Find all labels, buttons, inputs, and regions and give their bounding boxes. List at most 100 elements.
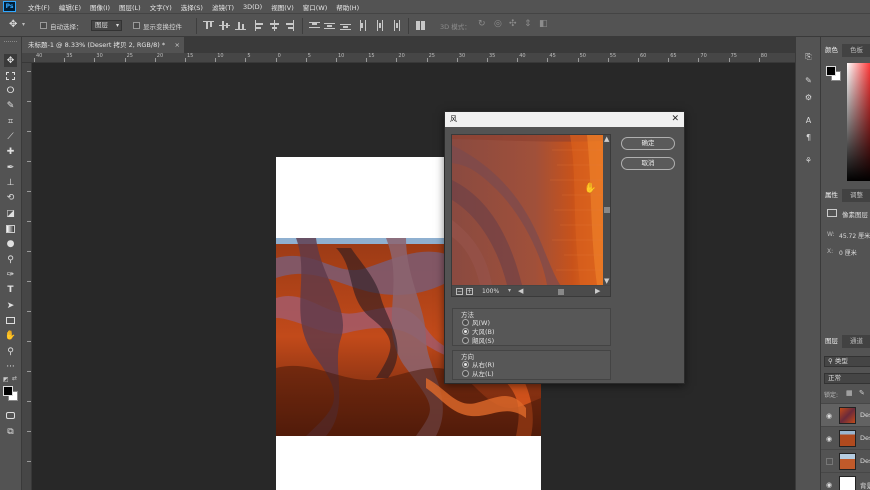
tab-color[interactable]: 颜色 <box>821 44 842 57</box>
crop-tool-icon[interactable]: ⌗ <box>4 115 17 128</box>
align-vcenter-icon[interactable] <box>219 20 230 31</box>
eraser-tool-icon[interactable]: ◪ <box>4 207 17 220</box>
close-icon[interactable]: ✕ <box>671 112 679 127</box>
default-colors-icon[interactable]: ◩ <box>3 376 9 383</box>
menu-image[interactable]: 图像(I) <box>90 2 110 12</box>
visibility-eye-icon[interactable]: ◉ <box>826 481 832 489</box>
distribute-hcenter-icon[interactable] <box>374 20 385 31</box>
zoom-chevron-icon[interactable]: ▾ <box>508 287 511 294</box>
tab-properties[interactable]: 属性 <box>821 189 842 202</box>
blur-tool-icon[interactable]: ● <box>4 237 17 250</box>
swap-colors-icon[interactable]: ⇄ <box>12 375 17 382</box>
scroll-thumb[interactable] <box>558 289 564 295</box>
layer-row[interactable]: ◉ Des <box>821 426 870 449</box>
layer-row[interactable]: ◉ Des <box>821 403 870 426</box>
type-tool-icon[interactable]: T <box>4 283 17 296</box>
menu-edit[interactable]: 编辑(E) <box>59 2 81 12</box>
distribute-top-icon[interactable] <box>309 20 320 31</box>
brush-tool-icon[interactable]: ✒ <box>4 161 17 174</box>
lock-transparency-icon[interactable]: ▦ <box>846 389 853 397</box>
hand-tool-icon[interactable]: ✋ <box>4 329 17 342</box>
align-top-icon[interactable] <box>203 20 214 31</box>
visibility-eye-icon[interactable]: ◉ <box>826 435 832 443</box>
history-panel-icon[interactable]: ⎘ <box>802 51 815 63</box>
scroll-right-icon[interactable]: ▶ <box>595 287 600 295</box>
foreground-color-swatch[interactable] <box>826 66 836 76</box>
menu-window[interactable]: 窗口(W) <box>303 2 328 12</box>
gradient-tool-icon[interactable] <box>4 222 17 235</box>
tool-preset-chevron-icon[interactable]: ▾ <box>22 21 25 28</box>
scroll-left-icon[interactable]: ◀ <box>518 287 523 295</box>
3d-scale-icon[interactable]: ◧ <box>539 19 548 29</box>
width-value[interactable]: 45.72 厘米 <box>839 231 870 240</box>
visibility-eye-icon[interactable] <box>826 458 833 465</box>
cancel-button[interactable]: 取消 <box>621 157 675 170</box>
character-panel-icon[interactable]: A <box>802 115 815 127</box>
zoom-tool-icon[interactable]: ⚲ <box>4 345 17 358</box>
history-brush-tool-icon[interactable]: ⟲ <box>4 191 17 204</box>
menu-filter[interactable]: 滤镜(T) <box>212 2 234 12</box>
adjust-panel-icon[interactable]: ⚙ <box>802 92 815 104</box>
layer-row[interactable]: Des <box>821 449 870 472</box>
blend-mode-dropdown[interactable]: 正常 <box>824 373 870 384</box>
ok-button[interactable]: 确定 <box>621 137 675 150</box>
paragraph-panel-icon[interactable]: ¶ <box>802 132 815 144</box>
lock-brush-icon[interactable]: ✎ <box>859 389 865 397</box>
3d-orbit-icon[interactable]: ↻ <box>478 19 486 29</box>
lasso-tool-icon[interactable]: ⵔ <box>4 84 17 97</box>
x-value[interactable]: 0 厘米 <box>839 248 857 257</box>
filter-preview[interactable]: ▲ ▼ − + 100% ▾ ◀ ▶ <box>451 134 611 297</box>
menu-3d[interactable]: 3D(D) <box>243 3 262 11</box>
3d-slide-icon[interactable]: ⇕ <box>524 19 532 29</box>
method-stagger-radio[interactable]: 飓风(S) <box>462 335 494 345</box>
align-hcenter-icon[interactable] <box>269 20 280 31</box>
menu-layer[interactable]: 图层(L) <box>119 2 141 12</box>
distribute-left-icon[interactable] <box>358 20 369 31</box>
auto-align-icon[interactable] <box>415 20 426 31</box>
align-left-icon[interactable] <box>254 20 265 31</box>
clone-stamp-tool-icon[interactable]: ⊥ <box>4 176 17 189</box>
menu-file[interactable]: 文件(F) <box>28 2 50 12</box>
visibility-eye-icon[interactable]: ◉ <box>826 412 832 420</box>
foreground-color-swatch[interactable] <box>3 386 13 396</box>
path-selection-tool-icon[interactable]: ➤ <box>4 299 17 312</box>
scroll-thumb[interactable] <box>604 207 610 213</box>
3d-roll-icon[interactable]: ◎ <box>494 19 502 29</box>
menu-help[interactable]: 帮助(H) <box>336 2 359 12</box>
move-tool-icon[interactable]: ✥ <box>4 54 17 67</box>
quick-mask-icon[interactable] <box>4 409 17 422</box>
pen-tool-icon[interactable]: ✑ <box>4 268 17 281</box>
zoom-in-icon[interactable]: + <box>466 288 473 295</box>
zoom-out-icon[interactable]: − <box>456 288 463 295</box>
eyedropper-tool-icon[interactable]: ⟋ <box>4 130 17 143</box>
distribute-bottom-icon[interactable] <box>340 20 351 31</box>
tab-swatches[interactable]: 色板 <box>846 44 867 57</box>
color-picker-field[interactable] <box>847 63 870 181</box>
close-icon[interactable]: × <box>175 37 180 53</box>
menu-type[interactable]: 文字(Y) <box>150 2 172 12</box>
marquee-tool-icon[interactable] <box>4 69 17 82</box>
tab-layers[interactable]: 图层 <box>821 335 842 348</box>
layer-row[interactable]: ◉ 背景 <box>821 472 870 490</box>
menu-select[interactable]: 选择(S) <box>181 2 203 12</box>
distribute-vcenter-icon[interactable] <box>324 20 335 31</box>
toolbar-grip[interactable] <box>4 41 17 43</box>
align-right-icon[interactable] <box>284 20 295 31</box>
move-tool-icon[interactable]: ✥ <box>9 19 17 30</box>
align-bottom-icon[interactable] <box>235 20 246 31</box>
auto-select-dropdown[interactable]: 图层 ▾ <box>91 20 122 31</box>
show-transform-checkbox[interactable] <box>133 22 140 29</box>
document-tab[interactable]: 未标题-1 @ 8.33% (Desert 拷贝 2, RGB/8) * × <box>22 37 184 53</box>
tab-channels[interactable]: 通道 <box>846 335 867 348</box>
auto-select-checkbox[interactable] <box>40 22 47 29</box>
preview-vertical-scrollbar[interactable]: ▲ ▼ <box>603 135 610 285</box>
dialog-titlebar[interactable]: 风 ✕ <box>445 112 684 127</box>
3d-pan-icon[interactable]: ✣ <box>509 19 517 29</box>
direction-from-left-radio[interactable]: 从左(L) <box>462 368 494 378</box>
dodge-tool-icon[interactable]: ⚲ <box>4 253 17 266</box>
rectangle-tool-icon[interactable] <box>4 314 17 327</box>
more-tools-icon[interactable]: ··· <box>4 360 17 373</box>
clone-source-panel-icon[interactable]: ⚘ <box>802 155 815 167</box>
brush-settings-panel-icon[interactable]: ✎ <box>802 75 815 87</box>
scroll-up-icon[interactable]: ▲ <box>604 135 609 143</box>
